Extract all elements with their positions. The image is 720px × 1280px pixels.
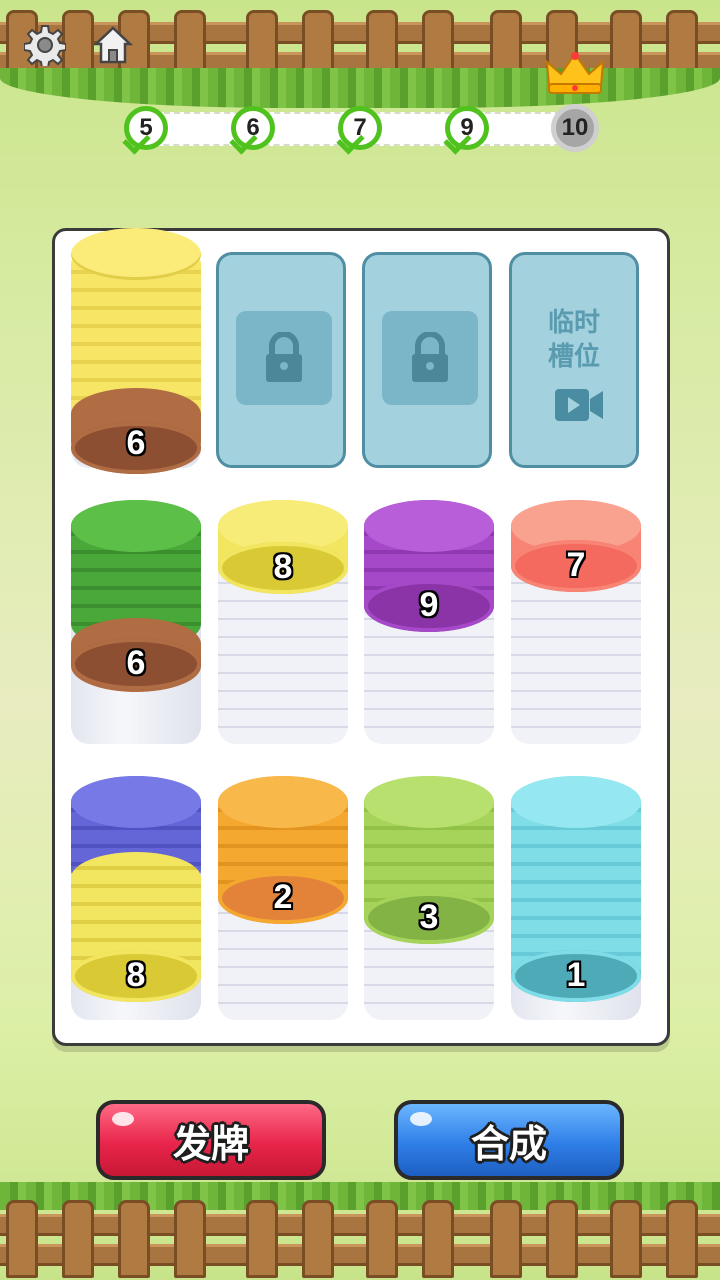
tube-count-label: 8 [126,956,146,994]
tube-count-label: 6 [126,424,146,462]
bottom-fence-decoration [0,1182,720,1280]
temp-slot-label: 临时 槽位 [547,307,600,371]
locked-slot[interactable] [362,252,492,468]
deal-button-label: 发牌 [172,1123,249,1166]
level-step-6: 6 [229,106,275,155]
tube-count-label: 3 [419,898,439,936]
merge-button[interactable]: 合成 [394,1100,624,1180]
tube-stack[interactable]: 8 [71,776,201,1020]
tube-count-label: 6 [126,644,146,682]
tube-stack[interactable]: 3 [364,776,494,1020]
home-icon [92,26,134,64]
gear-icon [24,25,66,66]
settings-button[interactable] [22,22,68,68]
tube-stack[interactable]: 2 [218,776,348,1020]
tube-count-label: 9 [419,586,439,624]
locked-slot[interactable] [216,252,346,468]
tube-stack[interactable]: 7 [511,500,641,744]
tube-count-label: 8 [273,548,293,586]
tube-stack[interactable]: 8 [218,500,348,744]
tube-stack[interactable]: 6 [71,228,201,474]
crown-icon [545,52,605,94]
tube-stack[interactable]: 9 [364,500,494,744]
level-step-7: 7 [336,106,382,155]
lock-icon [412,332,448,382]
tube-count-label: 7 [566,546,586,584]
temp-slot-button[interactable]: 临时 槽位 [509,252,639,468]
level-step-5: 5 [122,106,168,155]
tube-stack[interactable]: 6 [71,500,201,744]
level-step-10: 10 [551,104,599,152]
merge-button-label: 合成 [470,1123,547,1166]
tube-stack[interactable]: 1 [511,776,641,1020]
video-camera-icon [555,389,603,421]
deal-button[interactable]: 发牌 [96,1100,326,1180]
level-step-9: 9 [443,106,489,155]
home-button[interactable] [90,22,136,68]
lock-icon [266,332,302,382]
tube-count-label: 2 [273,878,293,916]
tube-count-label: 1 [566,956,586,994]
